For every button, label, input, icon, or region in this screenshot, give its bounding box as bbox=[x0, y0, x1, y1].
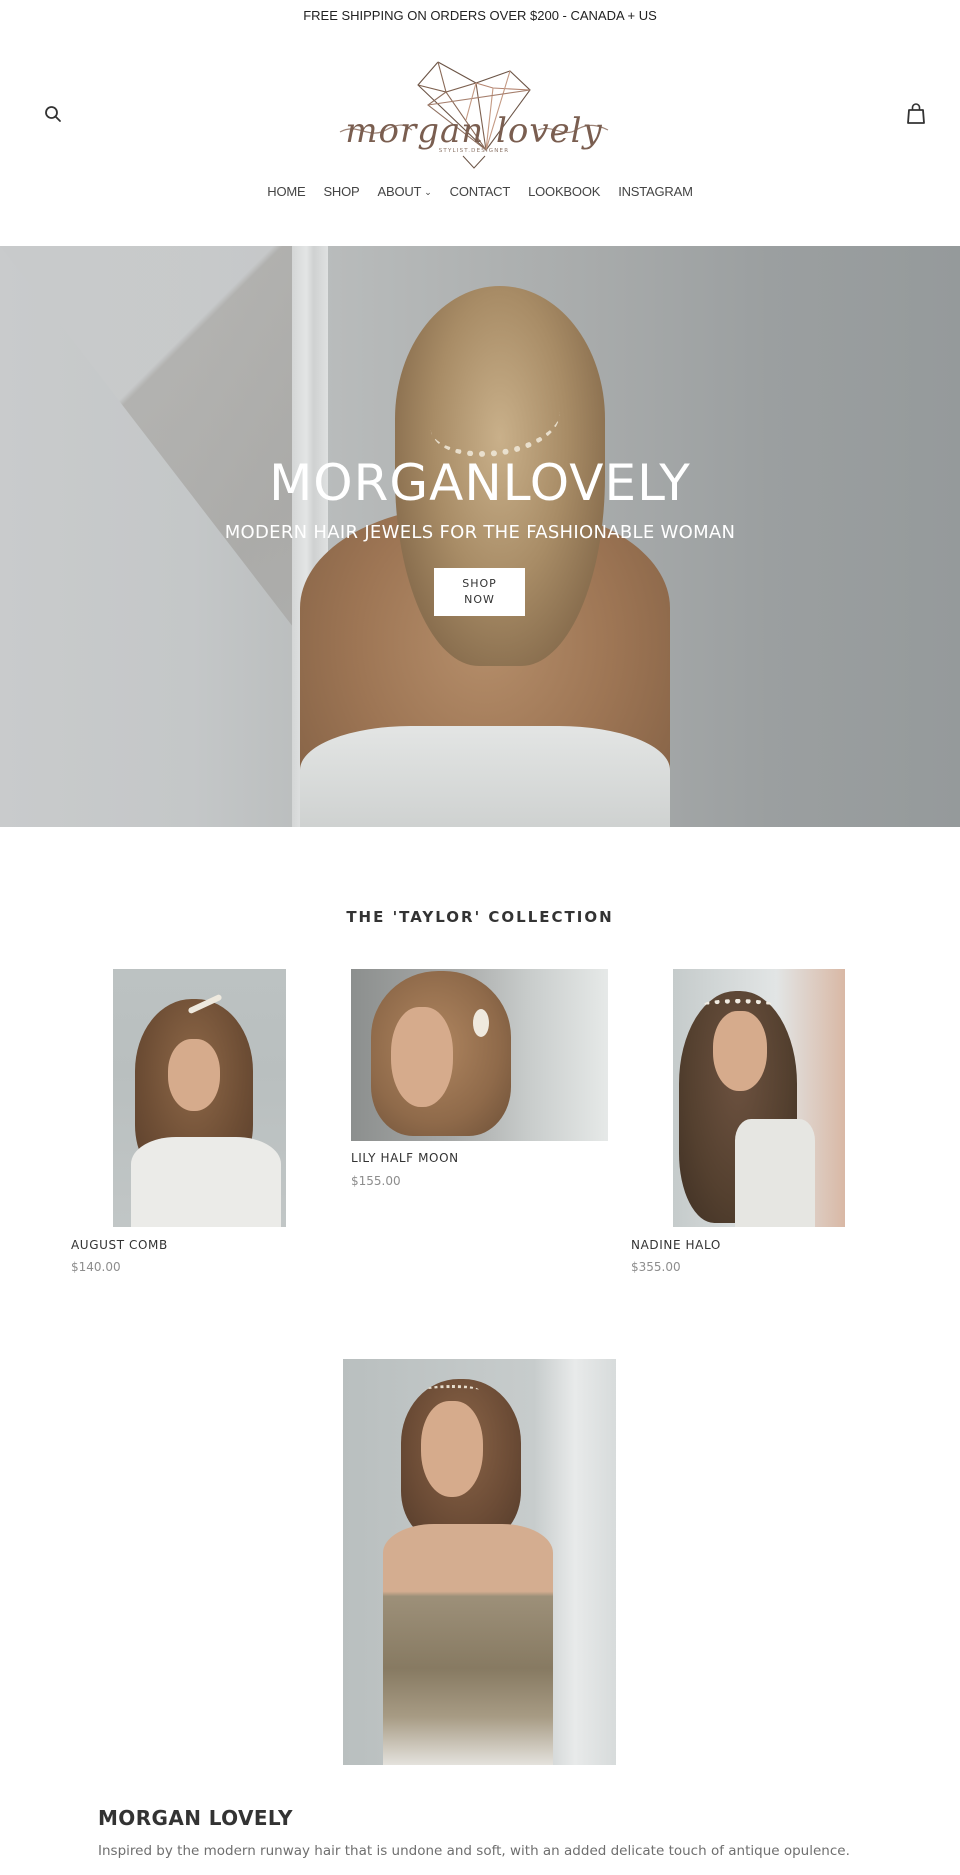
collection-title: THE 'TAYLOR' COLLECTION bbox=[346, 908, 614, 926]
nav-item-instagram[interactable]: INSTAGRAM bbox=[609, 184, 702, 199]
svg-text:STYLIST.DESIGNER: STYLIST.DESIGNER bbox=[439, 148, 510, 154]
nav-item-shop[interactable]: SHOP bbox=[314, 184, 368, 199]
product-price: $355.00 bbox=[631, 1260, 681, 1274]
chevron-down-icon: ⌄ bbox=[424, 187, 432, 197]
button-label-line1: SHOP bbox=[462, 577, 497, 590]
announcement-text: FREE SHIPPING ON ORDERS OVER $200 - CANA… bbox=[303, 8, 657, 23]
logo[interactable]: morgan lovely STYLIST.DESIGNER bbox=[338, 60, 610, 172]
product-image[interactable] bbox=[113, 969, 286, 1227]
hero-banner: MORGANLOVELY MODERN HAIR JEWELS FOR THE … bbox=[0, 246, 960, 827]
product-name[interactable]: LILY HALF MOON bbox=[351, 1151, 459, 1165]
feature-image bbox=[343, 1359, 616, 1765]
nav-label: SHOP bbox=[323, 184, 360, 199]
about-title: MORGAN LOVELY bbox=[98, 1806, 293, 1830]
site-header: morgan lovely STYLIST.DESIGNER HOME SHOP… bbox=[0, 32, 960, 242]
product-price: $155.00 bbox=[351, 1174, 401, 1188]
search-icon bbox=[45, 106, 61, 122]
shop-now-button[interactable]: SHOP NOW bbox=[434, 568, 525, 616]
product-price: $140.00 bbox=[71, 1260, 121, 1274]
nav-label: ABOUT bbox=[377, 184, 422, 199]
nav-item-contact[interactable]: CONTACT bbox=[441, 184, 519, 199]
nav-item-about[interactable]: ABOUT ⌄ bbox=[369, 184, 441, 199]
model-face bbox=[421, 1401, 483, 1497]
announcement-bar: FREE SHIPPING ON ORDERS OVER $200 - CANA… bbox=[0, 0, 960, 32]
halo-jewel bbox=[703, 999, 773, 1011]
button-label-line2: NOW bbox=[464, 593, 495, 606]
product-name[interactable]: AUGUST COMB bbox=[71, 1238, 168, 1252]
logo-diamond-heart-icon: morgan lovely STYLIST.DESIGNER bbox=[339, 61, 609, 169]
product-image[interactable] bbox=[351, 969, 608, 1141]
nav-label: LOOKBOOK bbox=[528, 184, 601, 199]
search-button[interactable] bbox=[43, 104, 65, 126]
model-sequin-top bbox=[383, 1524, 553, 1765]
nav-label: CONTACT bbox=[449, 184, 511, 199]
nav-item-lookbook[interactable]: LOOKBOOK bbox=[519, 184, 609, 199]
hero-title: MORGANLOVELY bbox=[269, 454, 691, 512]
model-top bbox=[735, 1119, 815, 1227]
nav-item-home[interactable]: HOME bbox=[258, 184, 314, 199]
hero-content: MORGANLOVELY MODERN HAIR JEWELS FOR THE … bbox=[0, 246, 960, 827]
main-nav: HOME SHOP ABOUT ⌄ CONTACT LOOKBOOK INSTAG… bbox=[0, 184, 960, 199]
nav-label: INSTAGRAM bbox=[618, 184, 693, 199]
model-face bbox=[168, 1039, 220, 1111]
product-image[interactable] bbox=[673, 969, 845, 1227]
about-text: Inspired by the modern runway hair that … bbox=[98, 1843, 850, 1859]
shopping-bag-icon bbox=[907, 103, 925, 124]
half-moon-jewel bbox=[473, 1009, 489, 1037]
model-top bbox=[131, 1137, 281, 1227]
headpiece-jewel bbox=[425, 1385, 479, 1395]
model-face bbox=[391, 1007, 453, 1107]
product-name[interactable]: NADINE HALO bbox=[631, 1238, 721, 1252]
cart-button[interactable] bbox=[905, 102, 927, 126]
svg-text:morgan lovely: morgan lovely bbox=[345, 111, 602, 151]
model-face bbox=[713, 1011, 767, 1091]
nav-label: HOME bbox=[267, 184, 306, 199]
hero-subtitle: MODERN HAIR JEWELS FOR THE FASHIONABLE W… bbox=[224, 522, 736, 543]
